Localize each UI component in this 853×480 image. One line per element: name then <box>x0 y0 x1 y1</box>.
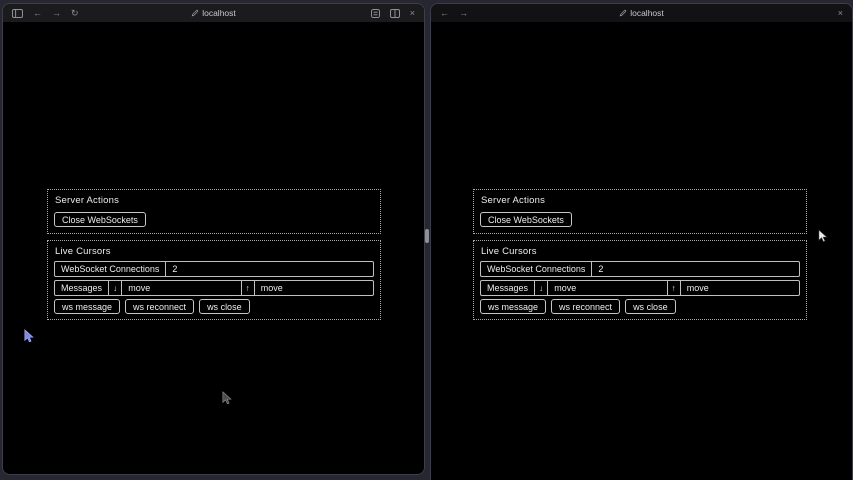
messages-label: Messages <box>55 281 109 295</box>
window-split-handle[interactable] <box>425 229 429 243</box>
server-actions-group: Server Actions Close WebSockets <box>473 189 807 234</box>
incoming-message-value: move <box>681 281 799 295</box>
messages-row: Messages ↓ move ↑ move <box>480 280 800 296</box>
address-text: localhost <box>630 8 664 18</box>
nav-controls: ← → <box>440 9 468 18</box>
reload-icon[interactable]: ↻ <box>71 9 79 18</box>
live-cursors-group: Live Cursors WebSocket Connections 2 Mes… <box>473 240 807 320</box>
connections-label: WebSocket Connections <box>55 262 166 276</box>
sidebar-toggle-icon[interactable] <box>12 9 23 18</box>
outgoing-message-value: move <box>122 281 241 295</box>
incoming-arrow-icon: ↑ <box>242 281 255 295</box>
websocket-connections-row: WebSocket Connections 2 <box>480 261 800 277</box>
ws-reconnect-button[interactable]: ws reconnect <box>551 299 620 314</box>
messages-label: Messages <box>481 281 535 295</box>
edit-address-icon <box>191 9 199 17</box>
back-icon[interactable]: ← <box>33 9 42 18</box>
window-controls: × <box>371 9 415 18</box>
incoming-arrow-icon: ↑ <box>668 281 681 295</box>
outgoing-arrow-icon: ↓ <box>535 281 548 295</box>
ws-message-button[interactable]: ws message <box>54 299 120 314</box>
messages-row: Messages ↓ move ↑ move <box>54 280 374 296</box>
edit-address-icon <box>619 9 627 17</box>
ws-buttons-row: ws message ws reconnect ws close <box>480 299 800 314</box>
page-content-right: Server Actions Close WebSockets Live Cur… <box>431 22 852 480</box>
ws-message-button[interactable]: ws message <box>480 299 546 314</box>
ws-close-button[interactable]: ws close <box>625 299 676 314</box>
live-cursors-group: Live Cursors WebSocket Connections 2 Mes… <box>47 240 381 320</box>
live-cursors-legend: Live Cursors <box>481 246 800 257</box>
websocket-connections-row: WebSocket Connections 2 <box>54 261 374 277</box>
browser-window-left: ← → ↻ localhost × <box>2 3 425 475</box>
forward-icon[interactable]: → <box>52 9 61 18</box>
nav-controls: ← → ↻ <box>12 9 79 18</box>
live-cursors-legend: Live Cursors <box>55 246 374 257</box>
page-content-left: Server Actions Close WebSockets Live Cur… <box>3 22 424 474</box>
window-controls: × <box>838 9 843 18</box>
connections-label: WebSocket Connections <box>481 262 592 276</box>
titlebar-left: ← → ↻ localhost × <box>3 4 424 22</box>
outgoing-arrow-icon: ↓ <box>109 281 122 295</box>
server-actions-legend: Server Actions <box>55 195 374 206</box>
split-view-icon[interactable] <box>390 9 400 18</box>
address-text: localhost <box>202 8 236 18</box>
address-bar[interactable]: localhost <box>431 4 852 22</box>
ws-reconnect-button[interactable]: ws reconnect <box>125 299 194 314</box>
incoming-message-value: move <box>255 281 373 295</box>
back-icon[interactable]: ← <box>440 9 449 18</box>
close-websockets-button[interactable]: Close WebSockets <box>480 212 572 227</box>
controls-panel: Server Actions Close WebSockets Live Cur… <box>47 189 381 326</box>
close-icon[interactable]: × <box>838 9 843 18</box>
server-actions-group: Server Actions Close WebSockets <box>47 189 381 234</box>
controls-panel: Server Actions Close WebSockets Live Cur… <box>473 189 807 326</box>
connections-value: 2 <box>592 262 799 276</box>
forward-icon[interactable]: → <box>459 9 468 18</box>
server-actions-legend: Server Actions <box>481 195 800 206</box>
ws-close-button[interactable]: ws close <box>199 299 250 314</box>
close-websockets-button[interactable]: Close WebSockets <box>54 212 146 227</box>
close-icon[interactable]: × <box>410 9 415 18</box>
browser-window-right: ← → localhost × Server Actions Close Web… <box>430 3 853 480</box>
connections-value: 2 <box>166 262 373 276</box>
outgoing-message-value: move <box>548 281 667 295</box>
reader-list-icon[interactable] <box>371 9 380 18</box>
ws-buttons-row: ws message ws reconnect ws close <box>54 299 374 314</box>
titlebar-right: ← → localhost × <box>431 4 852 22</box>
